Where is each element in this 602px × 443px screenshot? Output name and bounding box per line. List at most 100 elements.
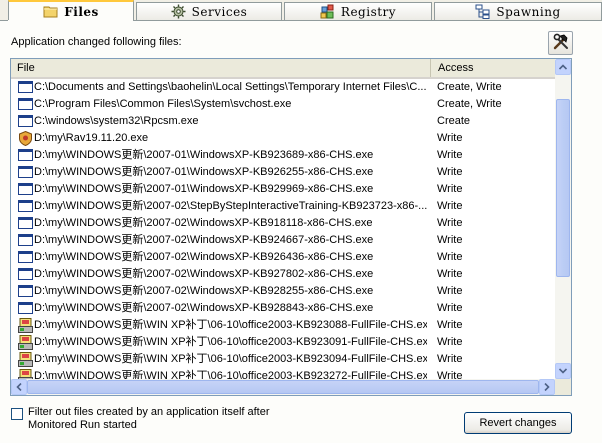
file-access: Write (437, 149, 463, 161)
file-row[interactable]: D:\my\WINDOWS更新\2007-01\WindowsXP-KB9236… (11, 147, 555, 164)
file-access: Write (437, 336, 463, 348)
file-row[interactable]: D:\my\WINDOWS更新\WIN XP补丁\06-10\office200… (11, 317, 555, 334)
file-row[interactable]: D:\my\Rav19.11.20.exe Write (11, 130, 555, 147)
column-header-access[interactable]: Access (432, 59, 555, 77)
hammer-wrench-icon (552, 33, 570, 54)
window-icon (18, 199, 34, 214)
tab-label: Spawning (496, 4, 561, 19)
scroll-right-button[interactable] (539, 379, 555, 395)
scroll-up-button[interactable] (555, 59, 571, 75)
tab-registry[interactable]: Registry (284, 2, 432, 20)
file-access: Write (437, 370, 463, 379)
files-caption: Application changed following files: (11, 36, 182, 48)
column-header-file[interactable]: File (11, 59, 431, 77)
file-path: D:\my\WINDOWS更新\WIN XP补丁\06-10\office200… (34, 370, 427, 379)
file-access: Write (437, 302, 463, 314)
file-row[interactable]: D:\my\WINDOWS更新\2007-02\WindowsXP-KB9278… (11, 266, 555, 283)
horizontal-scrollbar[interactable] (11, 379, 555, 395)
tools-button[interactable] (548, 31, 573, 55)
file-access: Create, Write (437, 98, 502, 110)
file-access: Create (437, 115, 471, 127)
file-row[interactable]: D:\my\WINDOWS更新\2007-02\WindowsXP-KB9264… (11, 249, 555, 266)
file-access: Write (437, 200, 463, 212)
file-access: Write (437, 183, 463, 195)
file-path: D:\my\WINDOWS更新\2007-02\WindowsXP-KB9278… (34, 268, 374, 280)
file-access: Write (437, 268, 463, 280)
window-icon (18, 284, 34, 299)
window-icon (18, 165, 34, 180)
list-rows: C:\Documents and Settings\baohelin\Local… (11, 79, 555, 379)
file-path: D:\my\WINDOWS更新\WIN XP补丁\06-10\office200… (34, 336, 427, 348)
vertical-scroll-thumb[interactable] (556, 99, 570, 277)
file-row[interactable]: D:\my\WINDOWS更新\2007-02\WindowsXP-KB9282… (11, 283, 555, 300)
tab-services[interactable]: Services (136, 2, 282, 20)
file-row[interactable]: D:\my\WINDOWS更新\WIN XP补丁\06-10\office200… (11, 351, 555, 368)
window-icon (18, 267, 34, 282)
file-path: C:\Program Files\Common Files\System\svc… (34, 98, 292, 110)
panel-border-gap (8, 20, 133, 21)
file-row[interactable]: D:\my\WINDOWS更新\WIN XP补丁\06-10\office200… (11, 334, 555, 351)
file-access: Write (437, 285, 463, 297)
file-row[interactable]: D:\my\WINDOWS更新\2007-01\WindowsXP-KB9262… (11, 164, 555, 181)
tab-label: Registry (340, 4, 397, 19)
window-icon (18, 114, 34, 129)
file-row[interactable]: C:\Documents and Settings\baohelin\Local… (11, 79, 555, 96)
gear-icon (171, 4, 186, 19)
file-row[interactable]: D:\my\WINDOWS更新\2007-02\WindowsXP-KB9246… (11, 232, 555, 249)
file-access: Write (437, 319, 463, 331)
file-row[interactable]: D:\my\WINDOWS更新\2007-02\StepByStepIntera… (11, 198, 555, 215)
scroll-corner (555, 379, 571, 395)
window-icon (18, 148, 34, 163)
file-path: D:\my\Rav19.11.20.exe (34, 132, 149, 144)
file-access: Write (437, 166, 463, 178)
folder-icon (43, 4, 58, 19)
window-icon (18, 250, 34, 265)
installer-icon (18, 352, 34, 367)
window-icon (18, 301, 34, 316)
window-icon (18, 182, 34, 197)
chevron-right-icon (544, 383, 550, 391)
file-path: D:\my\WINDOWS更新\2007-01\WindowsXP-KB9299… (34, 183, 374, 195)
revert-changes-button[interactable]: Revert changes (464, 412, 572, 434)
tab-label: Services (191, 4, 248, 19)
file-row[interactable]: D:\my\WINDOWS更新\2007-02\WindowsXP-KB9288… (11, 300, 555, 317)
file-path: D:\my\WINDOWS更新\2007-02\WindowsXP-KB9181… (34, 217, 373, 229)
rav-icon (18, 130, 34, 147)
file-access: Write (437, 132, 463, 144)
filter-checkbox[interactable] (11, 408, 23, 420)
file-access: Write (437, 234, 463, 246)
file-path: D:\my\WINDOWS更新\2007-02\WindowsXP-KB9264… (34, 251, 374, 263)
file-access: Write (437, 217, 463, 229)
file-row[interactable]: D:\my\WINDOWS更新\WIN XP补丁\06-10\office200… (11, 368, 555, 379)
process-tree-icon (475, 4, 490, 19)
chevron-left-icon (16, 383, 22, 391)
filter-checkbox-label[interactable]: Filter out files created by an applicati… (28, 406, 298, 432)
scroll-left-button[interactable] (11, 379, 27, 395)
tab-files[interactable]: Files (8, 0, 134, 21)
window-icon (18, 80, 34, 95)
file-access: Write (437, 251, 463, 263)
file-access: Create, Write (437, 81, 502, 93)
file-row[interactable]: C:\windows\system32\Rpcsm.exe Create (11, 113, 555, 130)
tab-bar: Files Services Registry Spawning (0, 0, 602, 21)
file-path: C:\windows\system32\Rpcsm.exe (34, 115, 199, 127)
horizontal-scroll-thumb[interactable] (27, 380, 539, 394)
file-path: D:\my\WINDOWS更新\WIN XP补丁\06-10\office200… (34, 353, 427, 365)
file-path: C:\Documents and Settings\baohelin\Local… (34, 81, 427, 93)
vertical-scrollbar[interactable] (555, 59, 571, 379)
file-path: D:\my\WINDOWS更新\2007-02\StepByStepIntera… (34, 200, 427, 212)
file-path: D:\my\WINDOWS更新\2007-02\WindowsXP-KB9288… (34, 302, 374, 314)
installer-icon (18, 369, 34, 379)
chevron-up-icon (559, 64, 567, 70)
tab-label: Files (64, 4, 99, 19)
registry-icon (320, 4, 335, 19)
file-row[interactable]: C:\Program Files\Common Files\System\svc… (11, 96, 555, 113)
window-icon (18, 233, 34, 248)
file-row[interactable]: D:\my\WINDOWS更新\2007-01\WindowsXP-KB9299… (11, 181, 555, 198)
chevron-down-icon (559, 368, 567, 374)
installer-icon (18, 318, 34, 333)
scroll-down-button[interactable] (555, 363, 571, 379)
changed-files-list[interactable]: File Access C:\Documents and Settings\ba… (10, 58, 572, 396)
tab-spawning[interactable]: Spawning (434, 2, 602, 20)
file-row[interactable]: D:\my\WINDOWS更新\2007-02\WindowsXP-KB9181… (11, 215, 555, 232)
